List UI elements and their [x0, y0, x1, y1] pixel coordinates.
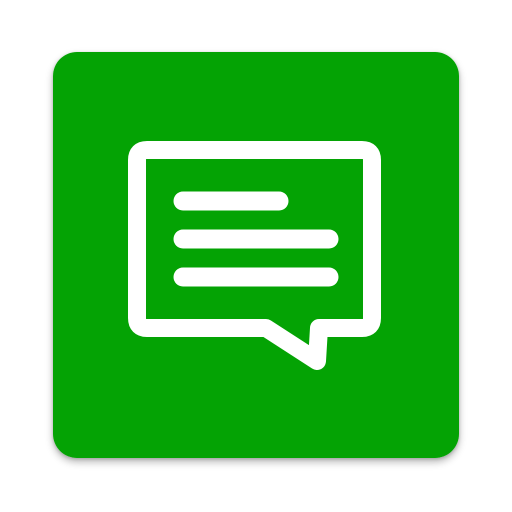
tile-background — [53, 52, 459, 458]
message-icon — [53, 52, 459, 458]
icon-canvas — [0, 0, 512, 512]
app-icon-tile[interactable] — [53, 52, 459, 458]
